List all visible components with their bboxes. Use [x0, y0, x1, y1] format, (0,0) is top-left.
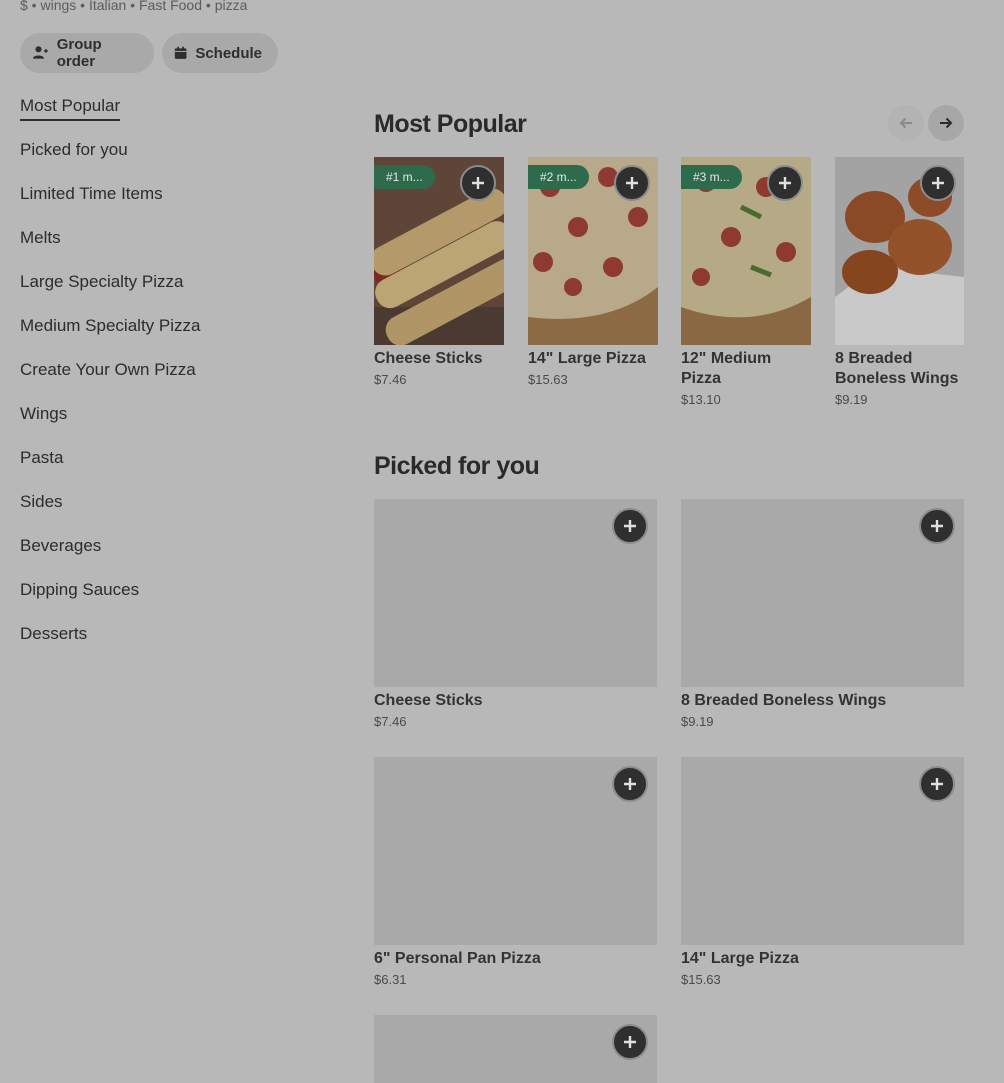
picked-item-card[interactable]: 14" Large Pizza $15.63 [681, 757, 964, 987]
schedule-button[interactable]: Schedule [162, 33, 278, 73]
item-name: 14" Large Pizza [681, 950, 799, 967]
add-to-cart-button[interactable] [919, 508, 955, 544]
category-picked-for-you[interactable]: Picked for you [20, 140, 320, 184]
plus-icon [472, 177, 484, 189]
schedule-label: Schedule [195, 44, 262, 62]
category-nav: Most Popular Picked for you Limited Time… [20, 96, 320, 668]
category-label: Limited Time Items [20, 184, 163, 203]
item-name: 14" Large Pizza [528, 350, 646, 367]
picked-item-card[interactable]: 6" Personal Pan Pizza $6.31 [374, 757, 657, 987]
add-to-cart-button[interactable] [612, 1024, 648, 1060]
category-medium-specialty-pizza[interactable]: Medium Specialty Pizza [20, 316, 320, 360]
add-to-cart-button[interactable] [920, 165, 956, 201]
picked-for-you-heading: Picked for you [374, 452, 540, 480]
category-create-your-own-pizza[interactable]: Create Your Own Pizza [20, 360, 320, 404]
item-price: $13.10 [681, 392, 721, 407]
plus-icon [931, 520, 943, 532]
category-label: Desserts [20, 624, 88, 643]
category-sides[interactable]: Sides [20, 492, 320, 536]
plus-icon [626, 177, 638, 189]
category-label: Sides [20, 492, 63, 511]
category-label: Most Popular [20, 96, 121, 121]
add-to-cart-button[interactable] [460, 165, 496, 201]
item-price: $6.31 [374, 972, 407, 987]
plus-icon [931, 778, 943, 790]
category-label: Pasta [20, 448, 64, 467]
plus-icon [624, 1036, 636, 1048]
item-image: #1 m... [374, 157, 504, 345]
item-price: $15.63 [681, 972, 721, 987]
item-image-placeholder [374, 757, 657, 945]
item-price: $15.63 [528, 372, 568, 387]
item-name: Cheese Sticks [374, 692, 483, 709]
category-label: Melts [20, 228, 61, 247]
store-tags: $ • wings • Italian • Fast Food • pizza [20, 0, 248, 13]
item-image-placeholder [374, 1015, 657, 1083]
calendar-icon [174, 46, 187, 59]
category-most-popular[interactable]: Most Popular [20, 96, 320, 140]
item-price: $7.46 [374, 714, 407, 729]
arrow-left-icon [899, 117, 912, 129]
picked-item-card[interactable] [374, 1015, 657, 1083]
category-label: Beverages [20, 536, 102, 555]
category-label: Create Your Own Pizza [20, 360, 196, 379]
category-label: Medium Specialty Pizza [20, 316, 201, 335]
add-to-cart-button[interactable] [919, 766, 955, 802]
item-image-placeholder [374, 499, 657, 687]
item-name: 12" Medium Pizza [681, 350, 772, 387]
category-desserts[interactable]: Desserts [20, 624, 320, 668]
add-to-cart-button[interactable] [612, 766, 648, 802]
item-image-placeholder [681, 499, 964, 687]
group-order-button[interactable]: Group order [20, 33, 154, 73]
category-pasta[interactable]: Pasta [20, 448, 320, 492]
category-dipping-sauces[interactable]: Dipping Sauces [20, 580, 320, 624]
item-price: $9.19 [681, 714, 714, 729]
add-to-cart-button[interactable] [612, 508, 648, 544]
item-price: $7.46 [374, 372, 407, 387]
add-to-cart-button[interactable] [614, 165, 650, 201]
picked-item-card[interactable]: 8 Breaded Boneless Wings $9.19 [681, 499, 964, 729]
item-price: $9.19 [835, 392, 868, 407]
popular-item-card[interactable]: #3 m... 12" Medium Pizza $13.10 [681, 157, 811, 407]
category-beverages[interactable]: Beverages [20, 536, 320, 580]
category-melts[interactable]: Melts [20, 228, 320, 272]
category-large-specialty-pizza[interactable]: Large Specialty Pizza [20, 272, 320, 316]
arrow-right-icon [940, 117, 953, 129]
category-label: Dipping Sauces [20, 580, 140, 599]
item-name: 8 Breaded Boneless Wings [681, 692, 887, 709]
plus-icon [932, 177, 944, 189]
item-image: #3 m... [681, 157, 811, 345]
picked-item-card[interactable]: Cheese Sticks $7.46 [374, 499, 657, 729]
most-popular-heading: Most Popular [374, 110, 527, 138]
item-name: Cheese Sticks [374, 350, 483, 367]
item-name: 8 Breaded Boneless Wings [835, 350, 959, 387]
carousel-prev-button[interactable] [888, 105, 924, 141]
rank-badge: #3 m... [681, 165, 742, 189]
category-wings[interactable]: Wings [20, 404, 320, 448]
plus-icon [624, 520, 636, 532]
rank-badge: #2 m... [528, 165, 589, 189]
item-image-placeholder [681, 757, 964, 945]
group-order-label: Group order [56, 36, 102, 70]
popular-item-card[interactable]: 8 Breaded Boneless Wings $9.19 [835, 157, 964, 407]
add-to-cart-button[interactable] [767, 165, 803, 201]
item-image: #2 m... [528, 157, 658, 345]
rank-badge: #1 m... [374, 165, 435, 189]
popular-item-card[interactable]: #1 m... Cheese Sticks $7.46 [374, 157, 504, 387]
item-name: 6" Personal Pan Pizza [374, 950, 541, 967]
category-limited-time-items[interactable]: Limited Time Items [20, 184, 320, 228]
item-image [835, 157, 964, 345]
category-label: Wings [20, 404, 68, 423]
plus-icon [779, 177, 791, 189]
category-label: Large Specialty Pizza [20, 272, 184, 291]
add-person-icon [32, 46, 48, 59]
category-label: Picked for you [20, 140, 128, 159]
popular-item-card[interactable]: #2 m... 14" Large Pizza $15.63 [528, 157, 658, 387]
carousel-next-button[interactable] [928, 105, 964, 141]
plus-icon [624, 778, 636, 790]
